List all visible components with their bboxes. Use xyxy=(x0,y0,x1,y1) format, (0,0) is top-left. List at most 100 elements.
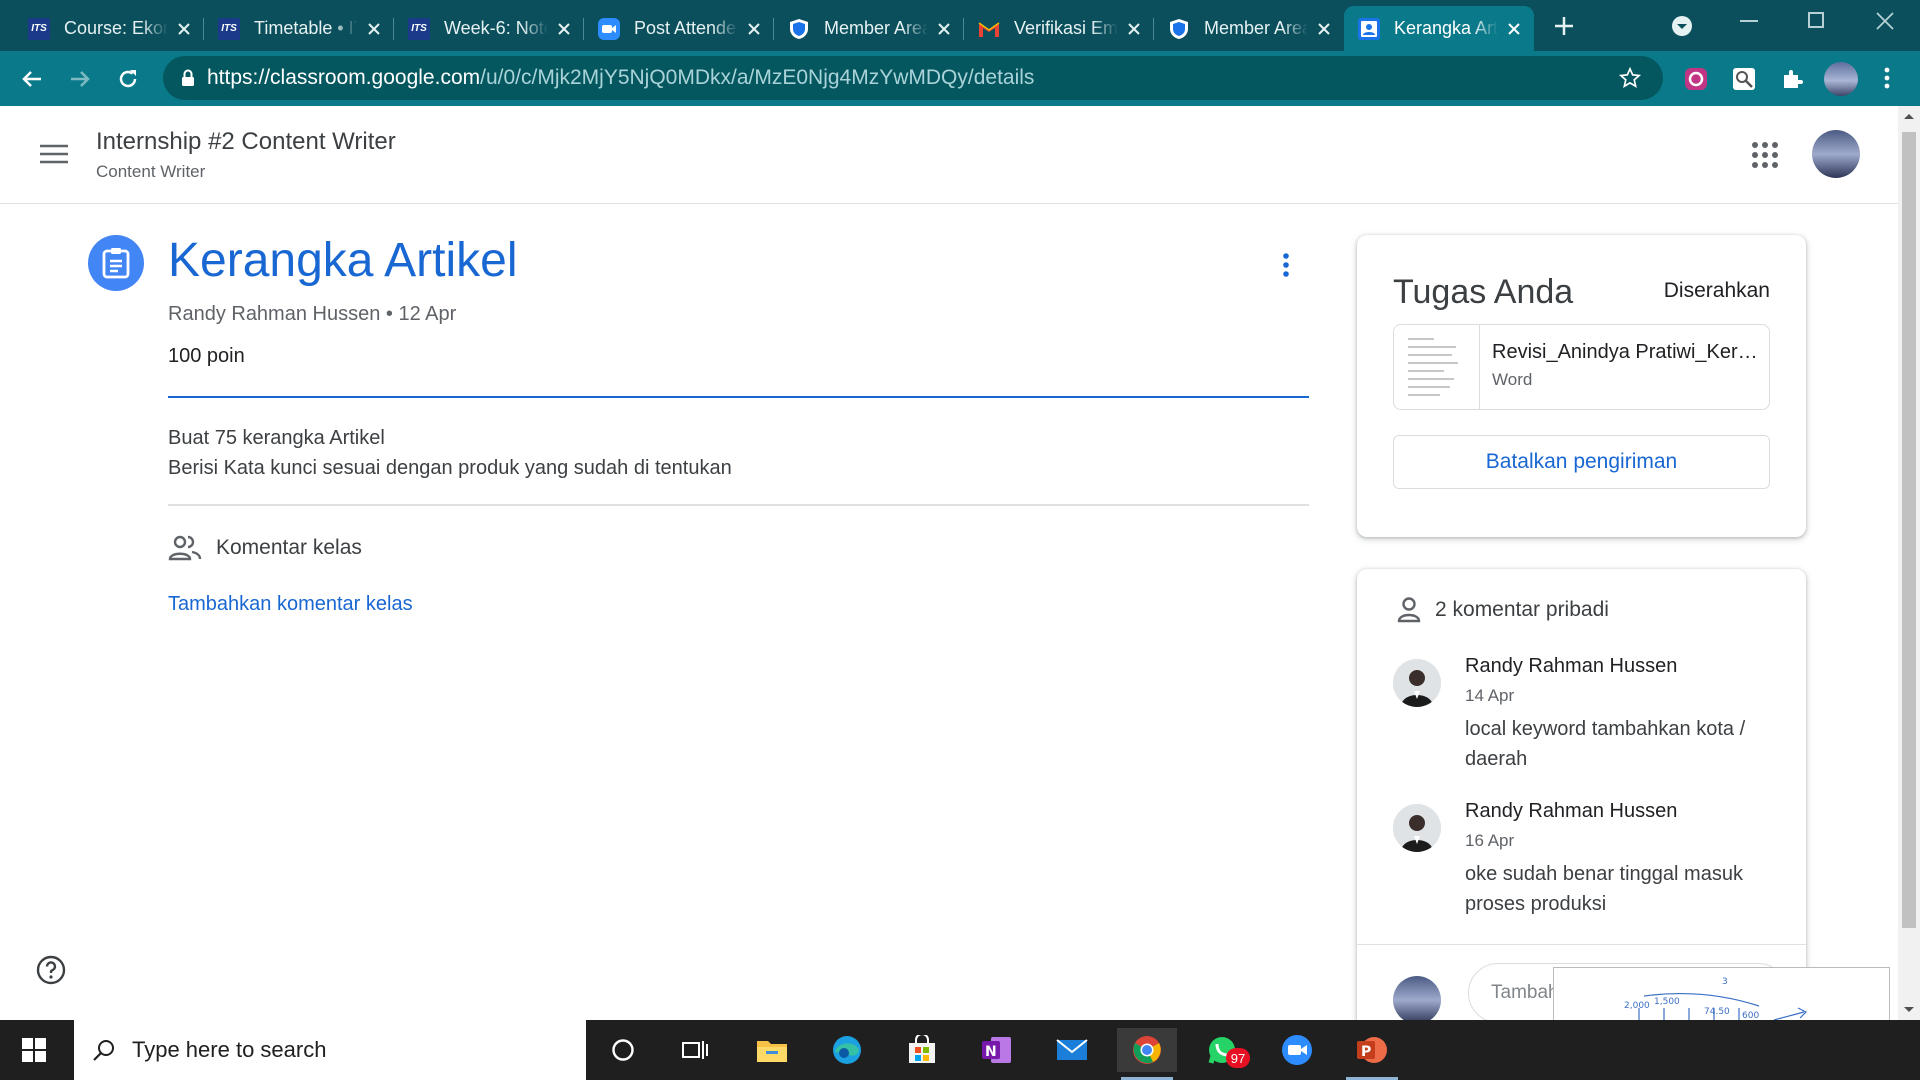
close-tab-icon[interactable] xyxy=(364,19,384,39)
scroll-up-icon[interactable] xyxy=(1903,112,1915,120)
windows-start-icon[interactable] xyxy=(22,1038,46,1062)
tab-timetable[interactable]: ITS Timetable • ITS xyxy=(204,6,394,51)
profile-avatar[interactable] xyxy=(1824,62,1858,96)
title-divider xyxy=(168,396,1309,398)
scrollbar-thumb[interactable] xyxy=(1902,132,1916,928)
close-tab-icon[interactable] xyxy=(1314,19,1334,39)
assignment-icon xyxy=(88,235,144,291)
close-tab-icon[interactable] xyxy=(934,19,954,39)
new-tab-icon[interactable] xyxy=(1552,14,1576,38)
close-window-icon[interactable] xyxy=(1876,12,1894,30)
assignment-points: 100 poin xyxy=(168,345,245,367)
my-avatar xyxy=(1393,976,1441,1024)
document-thumbnail xyxy=(1394,325,1480,409)
assignment-meta: Randy Rahman Hussen • 12 Apr xyxy=(168,303,457,325)
tab-kerangka-artikel[interactable]: Kerangka Artikel xyxy=(1344,6,1534,51)
description-divider xyxy=(168,504,1309,506)
chrome-taskbar-icon[interactable] xyxy=(1117,1028,1177,1080)
address-bar[interactable]: https://classroom.google.com/u/0/c/Mjk2M… xyxy=(163,56,1663,100)
zoom-taskbar-icon[interactable] xyxy=(1267,1028,1327,1072)
tab-post-attendee[interactable]: Post Attendee xyxy=(584,6,774,51)
tab-title: Course: Ekonomi xyxy=(64,18,168,38)
assignment-details: Kerangka Artikel Randy Rahman Hussen • 1… xyxy=(0,205,1898,1039)
attachment-name: Revisi_Anindya Pratiwi_Kerangka Artikel xyxy=(1492,341,1760,363)
class-title[interactable]: Internship #2 Content Writer xyxy=(96,128,396,156)
people-icon xyxy=(168,535,202,561)
comment-text: oke sudah benar tinggal masuk proses pro… xyxy=(1465,863,1743,915)
minimize-icon[interactable] xyxy=(1740,20,1758,22)
microsoft-store-icon[interactable] xyxy=(892,1028,952,1072)
hamburger-menu-icon[interactable] xyxy=(40,144,68,164)
description-line: Buat 75 kerangka Artikel xyxy=(168,427,385,449)
comment-author: Randy Rahman Hussen xyxy=(1465,655,1678,677)
tab-member-area-2[interactable]: Member Area xyxy=(1154,6,1344,51)
more-options-icon[interactable] xyxy=(1283,253,1289,277)
submission-status: Diserahkan xyxy=(1663,279,1770,302)
svg-text:2,000: 2,000 xyxy=(1624,1001,1650,1011)
its-icon: ITS xyxy=(408,17,430,40)
close-tab-icon[interactable] xyxy=(174,19,194,39)
commenter-avatar xyxy=(1393,659,1441,707)
extensions-puzzle-icon[interactable] xyxy=(1780,67,1804,91)
comment-text: local keyword tambahkan kota / daerah xyxy=(1465,718,1746,770)
scroll-down-icon[interactable] xyxy=(1903,1006,1915,1014)
tab-title: Post Attendee xyxy=(634,18,738,38)
forward-icon[interactable] xyxy=(68,67,92,91)
mail-icon[interactable] xyxy=(1042,1028,1102,1072)
url-host: https://classroom.google.com xyxy=(207,66,481,89)
back-icon[interactable] xyxy=(20,67,44,91)
unsubmit-button[interactable]: Batalkan pengiriman xyxy=(1393,435,1770,489)
tab-title: Kerangka Artikel xyxy=(1394,18,1498,38)
private-comments-count: 2 komentar pribadi xyxy=(1435,598,1609,621)
tab-title: Member Area xyxy=(1204,18,1308,38)
its-icon: ITS xyxy=(218,17,240,40)
file-explorer-icon[interactable] xyxy=(742,1028,802,1072)
lock-icon[interactable] xyxy=(181,69,195,87)
whatsapp-icon[interactable]: 97 xyxy=(1192,1028,1252,1072)
class-comments-label: Komentar kelas xyxy=(216,536,362,559)
bookmark-star-icon[interactable] xyxy=(1619,67,1641,89)
tab-search-icon[interactable] xyxy=(1670,14,1694,38)
search-icon xyxy=(92,1038,116,1062)
tab-course[interactable]: ITS Course: Ekonomi xyxy=(14,6,204,51)
color-extension-icon[interactable] xyxy=(1684,67,1708,91)
screenshot-extension-icon[interactable] xyxy=(1732,67,1756,91)
comment-date: 14 Apr xyxy=(1465,686,1515,705)
chrome-menu-icon[interactable] xyxy=(1884,67,1890,89)
tab-member-area-1[interactable]: Member Area xyxy=(774,6,964,51)
comment-author: Randy Rahman Hussen xyxy=(1465,800,1678,822)
restore-icon[interactable] xyxy=(1808,12,1824,28)
svg-text:1,500: 1,500 xyxy=(1654,997,1680,1007)
powerpoint-icon[interactable]: P xyxy=(1342,1028,1402,1080)
notification-badge: 97 xyxy=(1226,1048,1250,1068)
close-tab-icon[interactable] xyxy=(744,19,764,39)
private-comments-heading: 2 komentar pribadi xyxy=(1397,597,1609,623)
shield-icon xyxy=(788,18,810,40)
tab-verifikasi-email[interactable]: Verifikasi Email xyxy=(964,6,1154,51)
task-view-icon[interactable] xyxy=(666,1028,726,1072)
close-tab-icon[interactable] xyxy=(1124,19,1144,39)
onenote-icon[interactable]: N xyxy=(967,1028,1027,1072)
account-avatar[interactable] xyxy=(1812,130,1860,178)
tab-title: Member Area xyxy=(824,18,928,38)
edge-icon[interactable] xyxy=(817,1028,877,1072)
browser-tab-strip: ITS Course: Ekonomi ITS Timetable • ITS … xyxy=(0,0,1920,51)
apps-grid-icon[interactable] xyxy=(1752,142,1778,168)
close-tab-icon[interactable] xyxy=(1504,19,1524,39)
cortana-icon[interactable] xyxy=(593,1028,653,1072)
reload-icon[interactable] xyxy=(116,67,140,91)
class-comments-heading: Komentar kelas xyxy=(168,535,362,561)
page-scrollbar[interactable] xyxy=(1898,106,1920,1020)
windows-taskbar: Type here to search N 97 P xyxy=(0,1020,1920,1080)
its-icon: ITS xyxy=(28,17,50,40)
help-icon[interactable] xyxy=(36,955,66,985)
taskbar-search[interactable]: Type here to search xyxy=(74,1020,586,1080)
tab-week6[interactable]: ITS Week-6: Notes xyxy=(394,6,584,51)
close-tab-icon[interactable] xyxy=(554,19,574,39)
attachment-card[interactable]: Revisi_Anindya Pratiwi_Kerangka Artikel … xyxy=(1393,324,1770,410)
add-class-comment-link[interactable]: Tambahkan komentar kelas xyxy=(168,593,413,616)
tab-title: Timetable • ITS xyxy=(254,18,358,38)
comment-date: 16 Apr xyxy=(1465,831,1515,850)
browser-toolbar: https://classroom.google.com/u/0/c/Mjk2M… xyxy=(0,51,1920,106)
svg-text:P: P xyxy=(1361,1044,1371,1060)
